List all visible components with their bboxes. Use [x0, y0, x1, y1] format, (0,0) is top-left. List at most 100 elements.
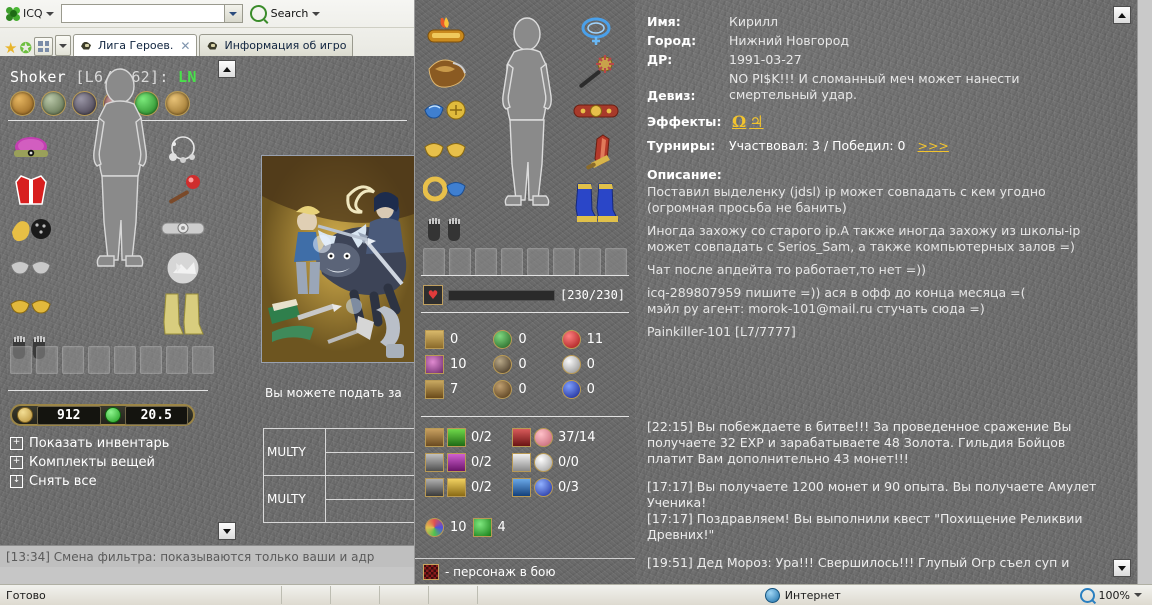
character-doll-area: [0, 56, 230, 374]
scroll-slot[interactable]: [579, 248, 601, 276]
slot-weapon-sword[interactable]: [573, 133, 619, 175]
search-button[interactable]: Search: [246, 5, 321, 22]
show-inventory-link[interactable]: + Показать инвентарь: [10, 436, 169, 451]
slot-bracers-blue[interactable]: [423, 94, 469, 128]
security-zone[interactable]: Интернет: [526, 587, 1080, 603]
resource-row: 10 4: [425, 518, 506, 537]
scroll-slot[interactable]: [527, 248, 549, 276]
item-sets-link[interactable]: + Комплекты вещей: [10, 455, 169, 470]
slot-amulet-blue[interactable]: [573, 16, 619, 50]
stat-value: 0: [518, 332, 527, 347]
slot-boots-blue[interactable]: [573, 180, 619, 228]
stat-emerald[interactable]: 4: [472, 518, 506, 537]
slot-rings-gold-pair[interactable]: [423, 133, 469, 167]
slot-weapon-mace[interactable]: [573, 55, 619, 89]
browser-tabs-bar: ★ ✪ Лига Героев. ✕ Информация об игро: [0, 28, 415, 56]
equip-pair[interactable]: [425, 453, 466, 472]
slot-boots[interactable]: [160, 290, 206, 342]
tournaments-more-link[interactable]: >>>: [917, 138, 948, 153]
effect-jupiter-icon[interactable]: ♃: [749, 112, 763, 131]
scroll-slot[interactable]: [166, 346, 188, 374]
stat-book[interactable]: 0: [425, 330, 493, 349]
scroll-slot[interactable]: [36, 346, 58, 374]
field-label: ДР:: [647, 52, 673, 67]
slot-rings-gold[interactable]: [8, 290, 54, 324]
add-favorite-icon[interactable]: ✪: [19, 41, 32, 56]
legend-footer: - персонаж в бою: [415, 558, 635, 585]
scroll-slot[interactable]: [553, 248, 575, 276]
slot-armor-plate[interactable]: [423, 55, 469, 89]
left-panel-content: Shoker [L6/5162]: LN: [0, 56, 415, 545]
icq-flower-icon: [6, 6, 20, 21]
scroll-slot[interactable]: [62, 346, 84, 374]
search-chevron-down-icon[interactable]: [312, 11, 321, 16]
slot-bracers-silver[interactable]: [8, 251, 54, 285]
stat-earth[interactable]: 0: [493, 380, 561, 399]
zoom-chevron-down-icon[interactable]: [1134, 593, 1142, 597]
quick-tabs-button[interactable]: [34, 37, 54, 56]
stat-ruby[interactable]: 11: [561, 330, 630, 349]
slot-armor[interactable]: [8, 173, 54, 207]
scroll-slot[interactable]: [140, 346, 162, 374]
address-input-wrap[interactable]: [60, 4, 243, 23]
scroll-slot[interactable]: [192, 346, 214, 374]
equip-pair[interactable]: [425, 428, 466, 447]
stat-value: 0: [518, 382, 527, 397]
info-scroll-down-button[interactable]: [1113, 559, 1131, 577]
browser-tab-0[interactable]: Лига Героев. ✕: [73, 34, 198, 56]
scroll-slot[interactable]: [10, 346, 32, 374]
scroll-down-button[interactable]: [218, 522, 236, 540]
address-dropdown-button[interactable]: [223, 5, 242, 22]
slot-gloves-dark[interactable]: [423, 211, 469, 245]
stat-shadow[interactable]: 0: [493, 355, 561, 374]
search-input[interactable]: [61, 6, 224, 21]
slot-belt[interactable]: [160, 212, 206, 246]
slot-amulet[interactable]: [160, 134, 206, 168]
equip-pair[interactable]: [512, 478, 553, 497]
scroll-up-button[interactable]: [218, 60, 236, 78]
stat-prism[interactable]: 10: [425, 518, 467, 537]
stat-horseshoe[interactable]: 7: [425, 380, 493, 399]
stat-value: 0: [450, 332, 459, 347]
icq-logo[interactable]: ICQ: [2, 6, 58, 21]
chevron-down-icon[interactable]: [45, 11, 54, 16]
slot-gauntlets[interactable]: [8, 212, 54, 246]
scroll-slot[interactable]: [449, 248, 471, 276]
effect-omega-icon[interactable]: Ω: [732, 112, 746, 131]
scroll-slot[interactable]: [114, 346, 136, 374]
close-icon[interactable]: ✕: [180, 39, 190, 53]
table-row[interactable]: MULTY: [264, 476, 415, 522]
scroll-slot[interactable]: [423, 248, 445, 276]
slot-helmet[interactable]: [8, 134, 54, 168]
slot-shield[interactable]: [160, 251, 206, 285]
favorites-star-icon[interactable]: ★: [4, 41, 17, 56]
info-scroll-up-button[interactable]: [1113, 6, 1131, 24]
equip-pair[interactable]: [512, 453, 553, 472]
equip-pair[interactable]: [425, 478, 466, 497]
scroll-slot[interactable]: [475, 248, 497, 276]
slot-belt-red[interactable]: [573, 94, 619, 128]
slot-weapon-wand[interactable]: [160, 173, 206, 207]
purple-armor-icon: [447, 453, 466, 472]
stat-silver[interactable]: 0: [561, 355, 630, 374]
stat-mind[interactable]: 0: [493, 330, 561, 349]
scroll-slots-row: [10, 346, 214, 374]
stat-sapphire[interactable]: 0: [561, 380, 630, 399]
scroll-slot[interactable]: [605, 248, 627, 276]
bid-name: MULTY: [264, 476, 326, 522]
stat-brain[interactable]: 10: [425, 355, 493, 374]
scroll-slot[interactable]: [88, 346, 110, 374]
tab-list-button[interactable]: [55, 35, 72, 56]
equip-pair[interactable]: [512, 428, 553, 447]
expand-icon: +: [10, 456, 23, 469]
scroll-slot[interactable]: [501, 248, 523, 276]
zoom-icon: [1079, 587, 1095, 603]
unequip-all-link[interactable]: ↓ Снять все: [10, 474, 169, 489]
slot-ring-and-bracer[interactable]: [422, 172, 469, 206]
table-row[interactable]: MULTY: [264, 429, 415, 476]
zoom-control[interactable]: 100%: [1079, 587, 1152, 603]
browser-tab-1[interactable]: Информация об игро: [199, 34, 354, 56]
slot-helmet-fire[interactable]: [423, 16, 469, 50]
equip-row: 0/2 37/14: [425, 428, 630, 447]
stat-value: 0: [518, 357, 527, 372]
